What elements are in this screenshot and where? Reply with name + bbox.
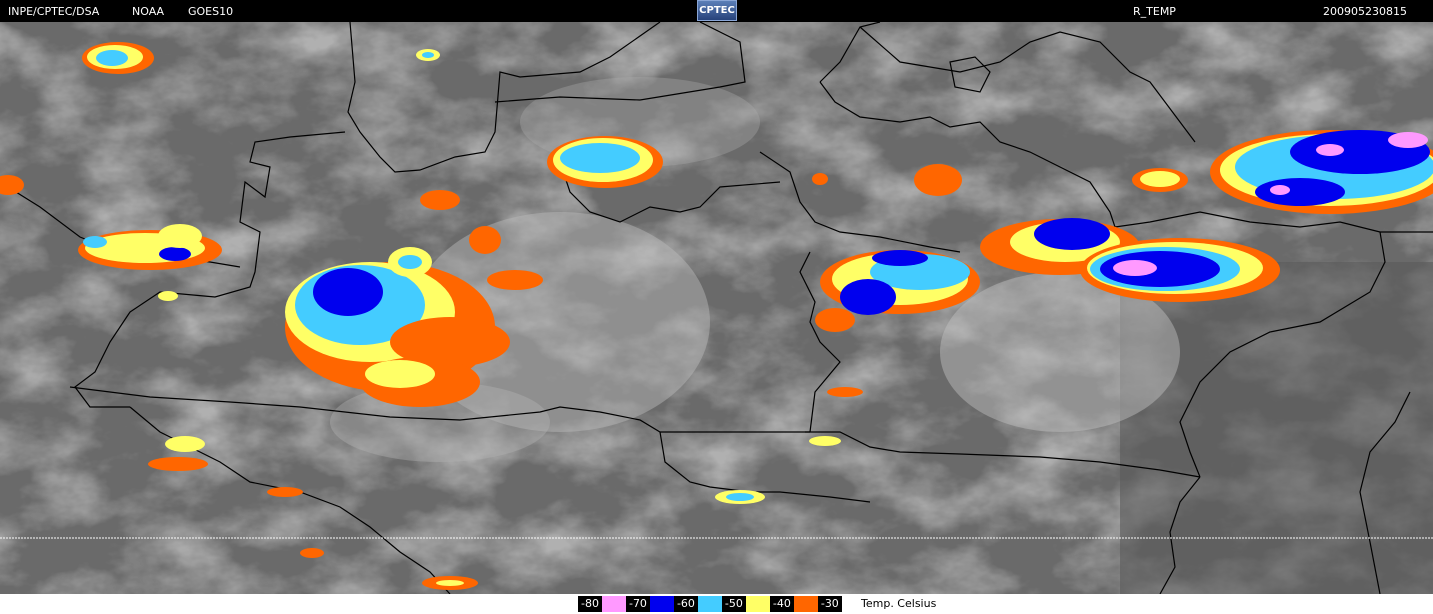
storm-cell <box>1080 238 1280 302</box>
legend-swatch <box>697 596 722 612</box>
storm-cell <box>547 136 663 188</box>
legend-bar: -80 -70 -60 -50 -40 -30 Temp. Celsius <box>0 594 1433 614</box>
header-bar: INPE/CPTEC/DSA NOAA GOES10 CPTEC R_TEMP … <box>0 0 1433 22</box>
legend-label: -80 <box>578 596 602 612</box>
legend-unit: Temp. Celsius <box>861 597 937 610</box>
legend-swatch <box>601 596 626 612</box>
legend-label: -50 <box>721 596 746 612</box>
legend-label: -40 <box>769 596 794 612</box>
product-label: R_TEMP <box>1133 5 1176 18</box>
source-label: NOAA <box>132 5 165 18</box>
agency-label: INPE/CPTEC/DSA <box>8 5 100 18</box>
legend-label: -70 <box>625 596 650 612</box>
storm-cell <box>82 42 154 74</box>
cptec-logo: CPTEC <box>697 0 737 21</box>
satellite-map <box>0 22 1433 594</box>
legend-swatch <box>649 596 674 612</box>
temperature-legend: -80 -70 -60 -50 -40 -30 <box>578 596 842 612</box>
satellite-label: GOES10 <box>188 5 234 18</box>
storm-cell <box>1132 168 1188 192</box>
ocean-area <box>1120 262 1433 594</box>
legend-label: -30 <box>817 596 842 612</box>
timestamp-label: 200905230815 <box>1323 5 1407 18</box>
legend-swatch <box>793 596 818 612</box>
legend-label: -60 <box>673 596 698 612</box>
legend-swatch <box>745 596 770 612</box>
